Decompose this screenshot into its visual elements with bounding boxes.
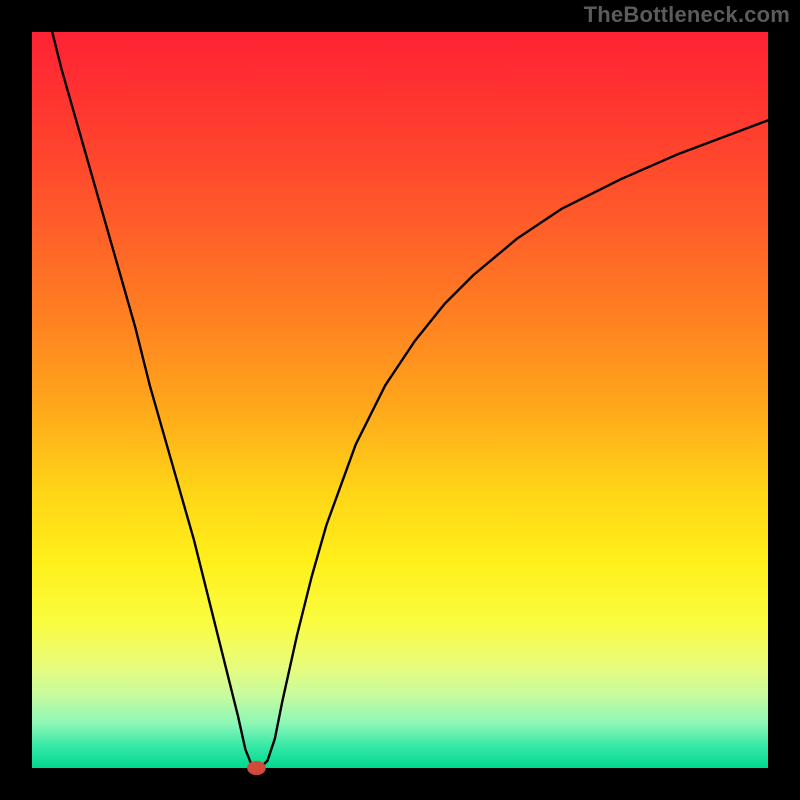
optimal-point-marker (248, 761, 266, 774)
bottleneck-chart (0, 0, 800, 800)
chart-frame: TheBottleneck.com (0, 0, 800, 800)
watermark-text: TheBottleneck.com (584, 2, 790, 28)
plot-area (32, 32, 768, 768)
